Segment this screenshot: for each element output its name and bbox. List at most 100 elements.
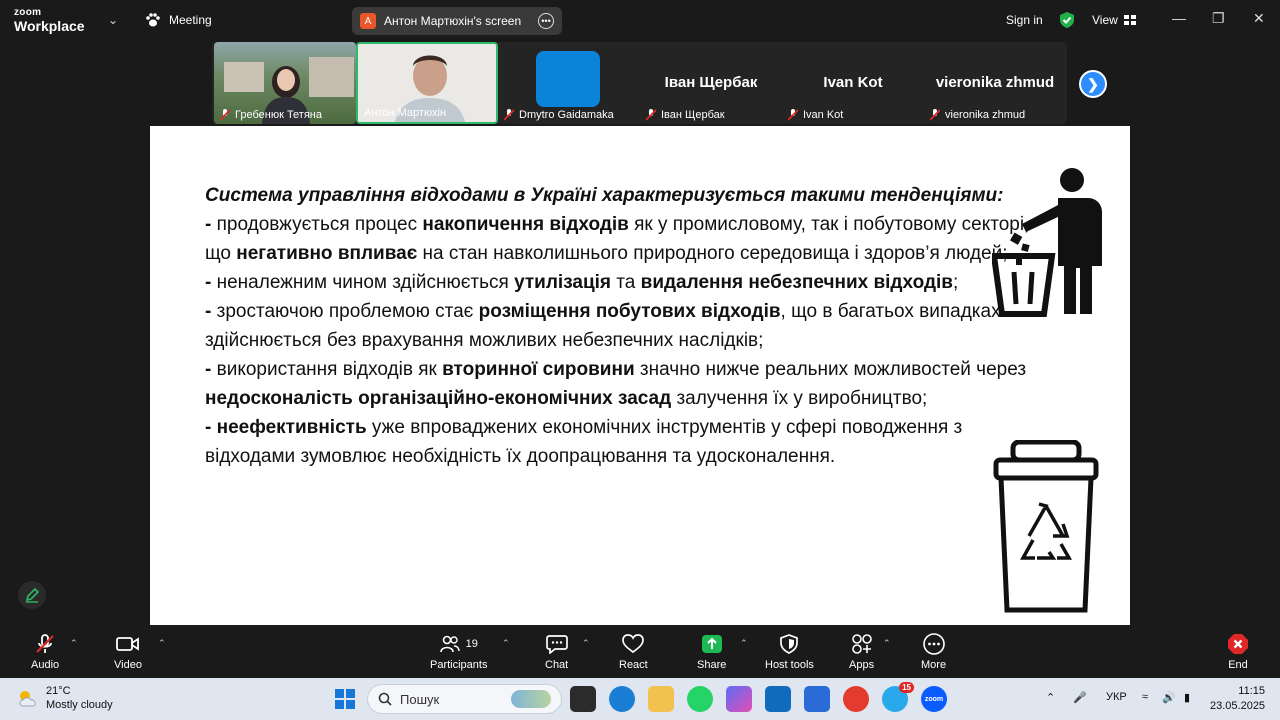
share-arrow-icon — [701, 635, 722, 653]
apps-options-caret[interactable]: ⌃ — [883, 638, 891, 649]
close-icon[interactable]: ✕ — [1253, 10, 1265, 27]
pencil-icon — [25, 587, 40, 603]
annotate-button[interactable] — [18, 581, 46, 609]
meeting-button[interactable]: Meeting — [145, 13, 212, 27]
windows-start-icon[interactable] — [335, 689, 355, 709]
logo-bottom: Workplace — [14, 18, 85, 34]
more-icon — [922, 633, 945, 655]
bullet-emphasis: утилізація — [514, 272, 612, 293]
audio-button[interactable]: Audio — [31, 632, 59, 671]
host-tools-button[interactable]: Host tools — [765, 632, 814, 671]
end-label: End — [1228, 659, 1248, 671]
apps-icon — [851, 634, 872, 654]
security-shield-icon[interactable] — [1058, 11, 1076, 29]
apps-label: Apps — [849, 659, 875, 671]
chevron-down-icon[interactable]: ⌄ — [108, 13, 118, 27]
copilot-icon[interactable] — [726, 686, 752, 712]
title-bar: zoom Workplace ⌄ Meeting A Антон Мартюхі… — [0, 0, 1280, 42]
participant-name: vieronika zhmud — [945, 109, 1026, 121]
more-button[interactable]: More — [921, 632, 946, 671]
muted-mic-icon — [788, 109, 798, 121]
mic-tray-icon[interactable]: 🎤 — [1073, 691, 1087, 704]
slide-bullet: - продовжується процес накопичення відхо… — [205, 210, 1035, 268]
chat-icon — [545, 635, 568, 654]
chrome-icon[interactable] — [843, 686, 869, 712]
end-button[interactable]: End — [1227, 632, 1249, 671]
participant-tile[interactable]: vieronika zhmud vieronika zhmud — [924, 42, 1066, 124]
zoom-logo[interactable]: zoom Workplace — [14, 7, 85, 34]
share-title-pill[interactable]: A Антон Мартюхін's screen ••• — [352, 7, 562, 35]
participants-count: 19 — [465, 638, 478, 650]
video-options-caret[interactable]: ⌃ — [158, 638, 166, 649]
shared-screen: Система управління відходами в Україні х… — [150, 126, 1130, 625]
clock-date: 23.05.2025 — [1210, 700, 1266, 712]
participant-label: Dmytro Gaidamaka — [504, 109, 614, 121]
chat-options-caret[interactable]: ⌃ — [582, 638, 590, 649]
participant-display-name: Ivan Kot — [823, 74, 883, 91]
participant-tile[interactable]: Гребенюк Тетяна — [214, 42, 356, 124]
weather-desc: Mostly cloudy — [46, 699, 113, 711]
more-options-icon[interactable]: ••• — [538, 13, 554, 29]
restore-icon[interactable]: ❐ — [1212, 10, 1225, 27]
bullet-dash: - — [205, 214, 217, 235]
react-button[interactable]: React — [619, 632, 648, 671]
bullet-text: та — [611, 272, 641, 293]
edge-icon[interactable] — [609, 686, 635, 712]
sign-in-button[interactable]: Sign in — [1006, 13, 1043, 27]
partly-cloudy-icon — [19, 691, 36, 707]
store-icon[interactable] — [804, 686, 830, 712]
participant-tile[interactable]: Dmytro Gaidamaka — [498, 42, 640, 124]
slide-heading: Система управління відходами в Україні х… — [205, 185, 1004, 206]
wifi-icon[interactable]: ≈ — [1142, 691, 1148, 703]
task-view-icon[interactable] — [570, 686, 596, 712]
weather-widget[interactable]: 21°C Mostly cloudy — [16, 684, 113, 712]
paw-icon — [146, 13, 160, 27]
bullet-text: ; — [952, 272, 959, 293]
participant-display-name: vieronika zhmud — [935, 74, 1055, 91]
participant-label: vieronika zhmud — [930, 109, 1025, 121]
bullet-text: значно нижче реальних можливостей через — [634, 359, 1027, 380]
file-explorer-icon[interactable] — [648, 686, 674, 712]
chat-label: Chat — [545, 659, 569, 671]
logo-top: zoom — [14, 7, 42, 18]
muted-mic-icon — [504, 109, 514, 121]
participant-tile-active-speaker[interactable]: Антон Мартюхін — [356, 42, 498, 124]
whatsapp-icon[interactable] — [687, 686, 713, 712]
view-button[interactable]: View — [1092, 13, 1136, 27]
video-button[interactable]: Video — [114, 632, 142, 671]
next-participants-button[interactable]: ❯ — [1079, 70, 1107, 98]
view-label: View — [1092, 13, 1118, 27]
system-clock[interactable]: 11:15 23.05.2025 — [1210, 684, 1265, 714]
participant-strip: Гребенюк Тетяна Антон Мартюхін Dmytro Ga… — [212, 42, 1067, 124]
bullet-dash: - — [205, 301, 217, 322]
slide-bullet: - використання відходів як вторинної сир… — [205, 355, 1035, 413]
bullet-text: зростаючою проблемою стає — [216, 301, 479, 322]
minimize-icon[interactable]: — — [1172, 10, 1186, 26]
participant-label: Ivan Kot — [788, 109, 843, 121]
apps-button[interactable]: Apps — [849, 632, 874, 671]
zoom-taskbar-icon[interactable]: zoom — [921, 686, 947, 712]
taskbar-search[interactable]: Пошук — [367, 684, 562, 714]
chevron-up-icon[interactable]: ⌃ — [1046, 691, 1055, 704]
participant-tile[interactable]: Ivan Kot Ivan Kot — [782, 42, 924, 124]
share-options-caret[interactable]: ⌃ — [740, 638, 748, 649]
slide-bullet: - неефективність уже впроваджених економ… — [205, 413, 1035, 471]
volume-icon[interactable]: 🔊 — [1162, 691, 1176, 704]
muted-mic-icon — [930, 109, 940, 121]
participants-button[interactable]: 19 Participants — [430, 632, 487, 671]
search-highlight-image — [511, 690, 551, 708]
battery-icon[interactable]: ▮ — [1184, 691, 1190, 704]
share-button[interactable]: Share — [697, 632, 726, 671]
outlook-icon[interactable] — [765, 686, 791, 712]
heart-icon — [622, 634, 645, 654]
bullet-text: використання відходів як — [216, 359, 443, 380]
participants-options-caret[interactable]: ⌃ — [502, 638, 510, 649]
audio-options-caret[interactable]: ⌃ — [70, 638, 78, 649]
more-label: More — [921, 659, 947, 671]
meeting-toolbar: Audio ⌃ Video ⌃ 19 Participants ⌃ Chat ⌃… — [0, 626, 1280, 678]
chat-button[interactable]: Chat — [545, 632, 568, 671]
participant-tile[interactable]: Іван Щербак Іван Щербак — [640, 42, 782, 124]
telegram-unread-badge: 15 — [899, 682, 914, 693]
language-indicator[interactable]: УКР — [1106, 691, 1127, 703]
telegram-icon[interactable]: 15 — [882, 682, 914, 712]
